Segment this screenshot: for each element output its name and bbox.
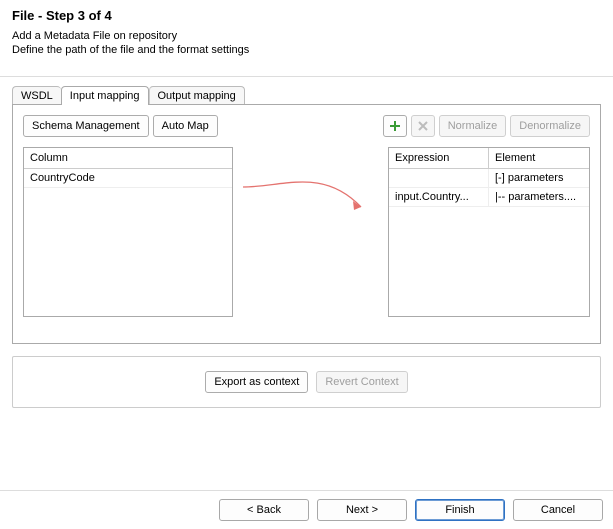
wizard-content: WSDL Input mapping Output mapping Schema… <box>0 77 613 344</box>
table-row[interactable]: [-] parameters <box>389 169 589 188</box>
tab-wsdl[interactable]: WSDL <box>12 86 61 105</box>
cancel-button[interactable]: Cancel <box>513 499 603 521</box>
element-cell: |-- parameters.... <box>489 188 589 206</box>
element-header: Element <box>489 148 589 168</box>
schema-management-button[interactable]: Schema Management <box>23 115 149 137</box>
subtitle-line2: Define the path of the file and the form… <box>12 44 249 56</box>
auto-map-button[interactable]: Auto Map <box>153 115 218 137</box>
tab-body: Schema Management Auto Map Normalize Den… <box>12 104 601 344</box>
x-icon <box>417 120 429 132</box>
subtitle-line1: Add a Metadata File on repository <box>12 30 177 42</box>
back-button[interactable]: < Back <box>219 499 309 521</box>
table-row[interactable]: CountryCode <box>24 169 232 188</box>
mapping-toolbar: Schema Management Auto Map Normalize Den… <box>23 115 590 137</box>
column-header: Column <box>24 148 232 168</box>
denormalize-button: Denormalize <box>510 115 590 137</box>
mapping-panels: Column CountryCode Expression Element [-… <box>23 147 590 317</box>
source-schema-panel: Column CountryCode <box>23 147 233 317</box>
add-button[interactable] <box>383 115 407 137</box>
column-cell: CountryCode <box>24 169 232 187</box>
target-schema-panel: Expression Element [-] parameters input.… <box>388 147 590 317</box>
export-as-context-button[interactable]: Export as context <box>205 371 308 393</box>
tab-input-mapping[interactable]: Input mapping <box>61 86 149 105</box>
tab-strip: WSDL Input mapping Output mapping <box>12 85 601 104</box>
page-title: File - Step 3 of 4 <box>12 8 601 23</box>
next-button[interactable]: Next > <box>317 499 407 521</box>
revert-context-button: Revert Context <box>316 371 407 393</box>
expression-cell: input.Country... <box>389 188 489 206</box>
plus-icon <box>389 120 401 132</box>
expression-cell <box>389 169 489 187</box>
normalize-button: Normalize <box>439 115 507 137</box>
expression-header: Expression <box>389 148 489 168</box>
tab-output-mapping[interactable]: Output mapping <box>149 86 245 105</box>
element-cell: [-] parameters <box>489 169 589 187</box>
wizard-header: File - Step 3 of 4 Add a Metadata File o… <box>0 0 613 68</box>
mapping-link-arrow <box>243 153 383 223</box>
finish-button[interactable]: Finish <box>415 499 505 521</box>
table-row[interactable]: input.Country... |-- parameters.... <box>389 188 589 207</box>
context-panel: Export as context Revert Context <box>12 356 601 408</box>
delete-button <box>411 115 435 137</box>
page-subtitle: Add a Metadata File on repository Define… <box>12 29 601 58</box>
wizard-footer: < Back Next > Finish Cancel <box>0 490 613 529</box>
